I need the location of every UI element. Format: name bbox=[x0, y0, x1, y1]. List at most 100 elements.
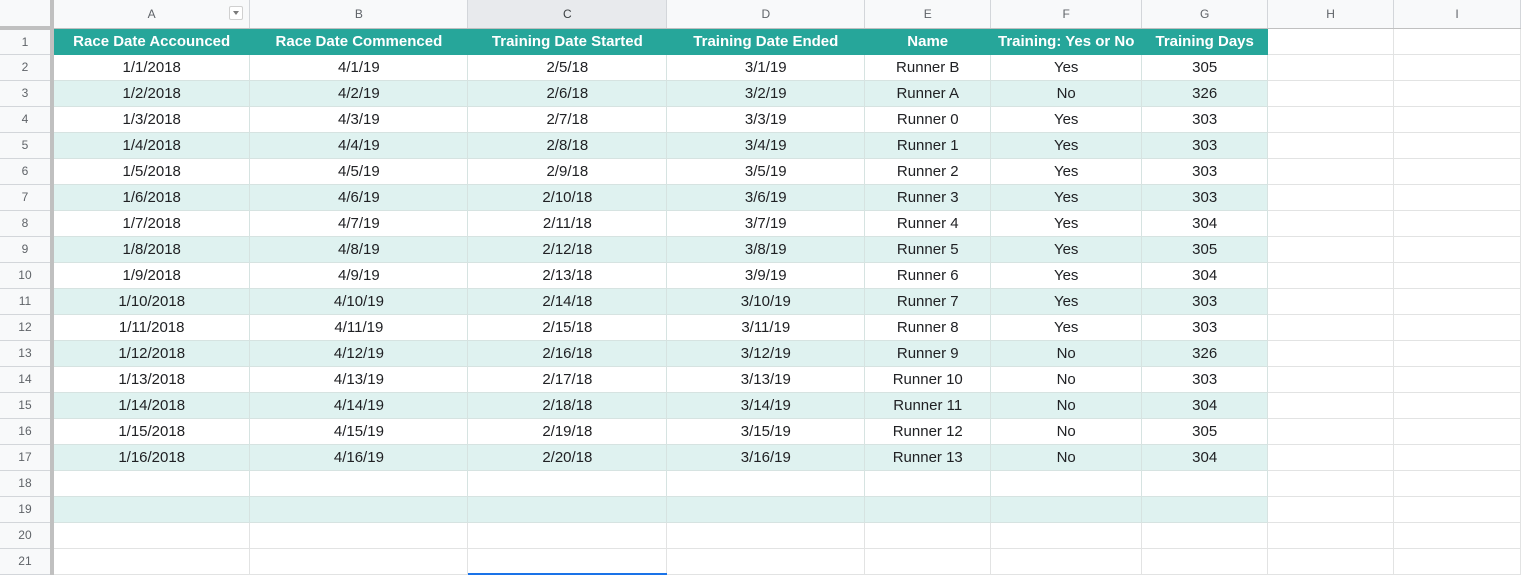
cell[interactable]: 3/12/19 bbox=[666, 340, 866, 367]
cell[interactable]: 1/1/2018 bbox=[51, 54, 251, 81]
cell[interactable] bbox=[51, 496, 251, 523]
cell[interactable]: 2/16/18 bbox=[467, 340, 668, 367]
row-header[interactable]: 1 bbox=[0, 28, 54, 55]
empty-cell[interactable] bbox=[1393, 158, 1521, 185]
cell[interactable]: 4/16/19 bbox=[249, 444, 469, 471]
cell[interactable] bbox=[249, 496, 469, 523]
row-header[interactable]: 14 bbox=[0, 366, 54, 393]
cell[interactable]: Yes bbox=[990, 184, 1143, 211]
empty-cell[interactable] bbox=[1267, 106, 1395, 133]
cell[interactable]: 2/5/18 bbox=[467, 54, 668, 81]
header-cell[interactable]: Name bbox=[864, 28, 992, 55]
empty-cell[interactable] bbox=[1267, 54, 1395, 81]
cell[interactable]: Yes bbox=[990, 158, 1143, 185]
cell[interactable]: 305 bbox=[1141, 236, 1269, 263]
cell[interactable] bbox=[666, 470, 866, 497]
header-cell[interactable]: Training: Yes or No bbox=[990, 28, 1143, 55]
cell[interactable]: 305 bbox=[1141, 54, 1269, 81]
cell[interactable]: 326 bbox=[1141, 340, 1269, 367]
cell[interactable]: 4/15/19 bbox=[249, 418, 469, 445]
cell[interactable]: 4/3/19 bbox=[249, 106, 469, 133]
cell[interactable] bbox=[51, 548, 251, 575]
empty-cell[interactable] bbox=[1393, 522, 1521, 549]
cell[interactable]: 4/14/19 bbox=[249, 392, 469, 419]
empty-cell[interactable] bbox=[1267, 470, 1395, 497]
empty-cell[interactable] bbox=[1267, 210, 1395, 237]
empty-cell[interactable] bbox=[1267, 28, 1395, 55]
cell[interactable]: 1/14/2018 bbox=[51, 392, 251, 419]
row-header[interactable]: 10 bbox=[0, 262, 54, 289]
cell[interactable]: 1/13/2018 bbox=[51, 366, 251, 393]
cell[interactable]: 1/2/2018 bbox=[51, 80, 251, 107]
cell[interactable]: Runner 2 bbox=[864, 158, 992, 185]
cell[interactable]: 1/12/2018 bbox=[51, 340, 251, 367]
empty-cell[interactable] bbox=[1267, 80, 1395, 107]
cell[interactable]: Runner 7 bbox=[864, 288, 992, 315]
empty-cell[interactable] bbox=[1267, 418, 1395, 445]
row-header[interactable]: 7 bbox=[0, 184, 54, 211]
row-header[interactable]: 3 bbox=[0, 80, 54, 107]
column-header-a[interactable]: A bbox=[51, 0, 251, 29]
cell[interactable]: 1/10/2018 bbox=[51, 288, 251, 315]
cell[interactable]: 326 bbox=[1141, 80, 1269, 107]
cell[interactable]: 3/15/19 bbox=[666, 418, 866, 445]
cell[interactable] bbox=[1141, 496, 1269, 523]
cell[interactable]: 1/7/2018 bbox=[51, 210, 251, 237]
cell[interactable]: 2/6/18 bbox=[467, 80, 668, 107]
cell[interactable]: 3/1/19 bbox=[666, 54, 866, 81]
cell[interactable]: 303 bbox=[1141, 314, 1269, 341]
cell[interactable]: 2/20/18 bbox=[467, 444, 668, 471]
cell[interactable]: No bbox=[990, 444, 1143, 471]
cell[interactable]: No bbox=[990, 392, 1143, 419]
cell[interactable]: Yes bbox=[990, 210, 1143, 237]
cell[interactable]: 304 bbox=[1141, 444, 1269, 471]
cell[interactable]: 1/5/2018 bbox=[51, 158, 251, 185]
cell[interactable]: 1/15/2018 bbox=[51, 418, 251, 445]
cell[interactable] bbox=[990, 548, 1143, 575]
cell[interactable]: 304 bbox=[1141, 262, 1269, 289]
cell[interactable] bbox=[990, 522, 1143, 549]
empty-cell[interactable] bbox=[1393, 210, 1521, 237]
row-header[interactable]: 9 bbox=[0, 236, 54, 263]
cell[interactable]: 3/14/19 bbox=[666, 392, 866, 419]
cell[interactable]: 1/8/2018 bbox=[51, 236, 251, 263]
cell[interactable] bbox=[51, 470, 251, 497]
cell[interactable]: 4/4/19 bbox=[249, 132, 469, 159]
row-header[interactable]: 12 bbox=[0, 314, 54, 341]
cell[interactable]: 3/11/19 bbox=[666, 314, 866, 341]
select-all-corner[interactable] bbox=[0, 0, 54, 30]
cell[interactable]: 4/12/19 bbox=[249, 340, 469, 367]
cell[interactable]: Yes bbox=[990, 236, 1143, 263]
empty-cell[interactable] bbox=[1393, 80, 1521, 107]
empty-cell[interactable] bbox=[1393, 418, 1521, 445]
cell[interactable]: 303 bbox=[1141, 158, 1269, 185]
cell[interactable]: Runner 10 bbox=[864, 366, 992, 393]
row-header[interactable]: 2 bbox=[0, 54, 54, 81]
column-header-d[interactable]: D bbox=[666, 0, 866, 29]
empty-cell[interactable] bbox=[1267, 288, 1395, 315]
cell[interactable]: Runner 4 bbox=[864, 210, 992, 237]
cell[interactable]: 2/18/18 bbox=[467, 392, 668, 419]
cell[interactable]: 3/10/19 bbox=[666, 288, 866, 315]
cell[interactable]: Runner A bbox=[864, 80, 992, 107]
cell[interactable]: Yes bbox=[990, 132, 1143, 159]
cell[interactable]: 4/9/19 bbox=[249, 262, 469, 289]
cell[interactable]: 2/11/18 bbox=[467, 210, 668, 237]
cell[interactable]: 4/8/19 bbox=[249, 236, 469, 263]
cell[interactable]: 1/9/2018 bbox=[51, 262, 251, 289]
row-header[interactable]: 11 bbox=[0, 288, 54, 315]
row-header[interactable]: 19 bbox=[0, 496, 54, 523]
cell[interactable]: Runner 5 bbox=[864, 236, 992, 263]
cell[interactable] bbox=[51, 522, 251, 549]
empty-cell[interactable] bbox=[1393, 314, 1521, 341]
cell[interactable]: 2/9/18 bbox=[467, 158, 668, 185]
cell[interactable] bbox=[666, 548, 866, 575]
cell[interactable]: 4/2/19 bbox=[249, 80, 469, 107]
header-cell[interactable]: Training Days bbox=[1141, 28, 1269, 55]
cell[interactable] bbox=[467, 522, 668, 549]
empty-cell[interactable] bbox=[1267, 522, 1395, 549]
cell[interactable]: Runner 3 bbox=[864, 184, 992, 211]
cell[interactable]: Yes bbox=[990, 262, 1143, 289]
empty-cell[interactable] bbox=[1267, 236, 1395, 263]
header-cell[interactable]: Race Date Commenced bbox=[249, 28, 469, 55]
